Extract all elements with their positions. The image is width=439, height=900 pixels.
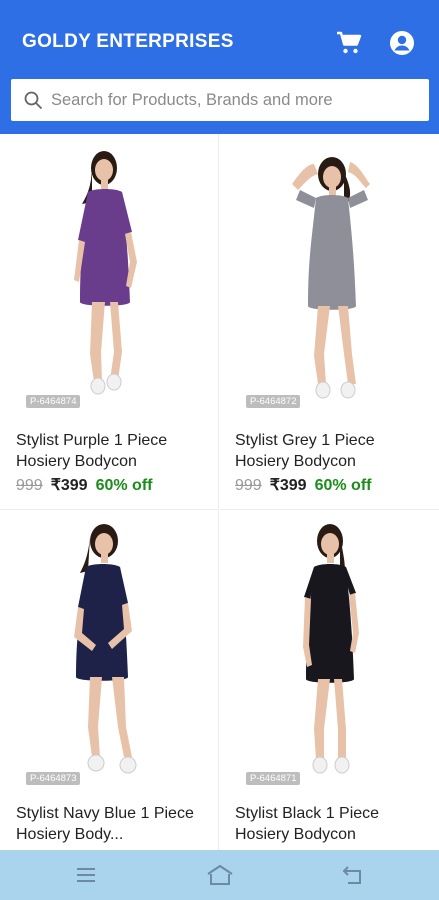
back-button[interactable] [338, 861, 368, 889]
search-input[interactable] [51, 80, 421, 120]
discount-label: 60% off [95, 477, 153, 494]
product-image[interactable] [0, 511, 219, 791]
product-sku: P-6464873 [26, 772, 81, 785]
system-nav-bar [0, 850, 439, 900]
product-card[interactable]: P-6464873 Stylist Navy Blue 1 Piece Hosi… [0, 511, 219, 850]
home-icon [207, 865, 233, 885]
product-sku: P-6464871 [246, 772, 301, 785]
app-header: GOLDY ENTERPRISES [0, 0, 439, 134]
product-card[interactable]: P-6464872 Stylist Grey 1 Piece Hosiery B… [220, 134, 439, 510]
sale-price: ₹399 [269, 477, 307, 494]
cart-icon [337, 31, 362, 54]
product-grid: P-6464874 Stylist Purple 1 Piece Hosiery… [0, 134, 439, 850]
product-card[interactable]: P-6464871 Stylist Black 1 Piece Hosiery … [220, 511, 439, 850]
discount-label: 60% off [314, 477, 372, 494]
account-button[interactable] [387, 28, 417, 58]
product-image[interactable] [220, 511, 439, 791]
product-card[interactable]: P-6464874 Stylist Purple 1 Piece Hosiery… [0, 134, 219, 510]
original-price: 999 [235, 477, 262, 494]
search-bar[interactable] [11, 79, 429, 121]
price-row: 999 ₹399 60% off [235, 475, 371, 495]
product-title[interactable]: Stylist Navy Blue 1 Piece Hosiery Body..… [16, 803, 211, 845]
product-sku: P-6464874 [26, 395, 81, 408]
brand-title: GOLDY ENTERPRISES [22, 31, 234, 52]
product-title[interactable]: Stylist Purple 1 Piece Hosiery Bodycon [16, 430, 211, 472]
account-icon [390, 31, 414, 55]
menu-icon [77, 868, 95, 882]
product-title[interactable]: Stylist Black 1 Piece Hosiery Bodycon [235, 803, 430, 845]
sale-price: ₹399 [50, 477, 88, 494]
price-row: 999 ₹399 60% off [16, 475, 152, 495]
original-price: 999 [16, 477, 43, 494]
menu-button[interactable] [71, 861, 101, 889]
product-sku: P-6464872 [246, 395, 301, 408]
back-icon [342, 866, 361, 884]
cart-button[interactable] [334, 28, 364, 58]
search-icon [15, 79, 51, 121]
product-image[interactable] [220, 134, 439, 414]
product-image[interactable] [0, 134, 219, 414]
product-title[interactable]: Stylist Grey 1 Piece Hosiery Bodycon [235, 430, 430, 472]
home-button[interactable] [205, 861, 235, 889]
